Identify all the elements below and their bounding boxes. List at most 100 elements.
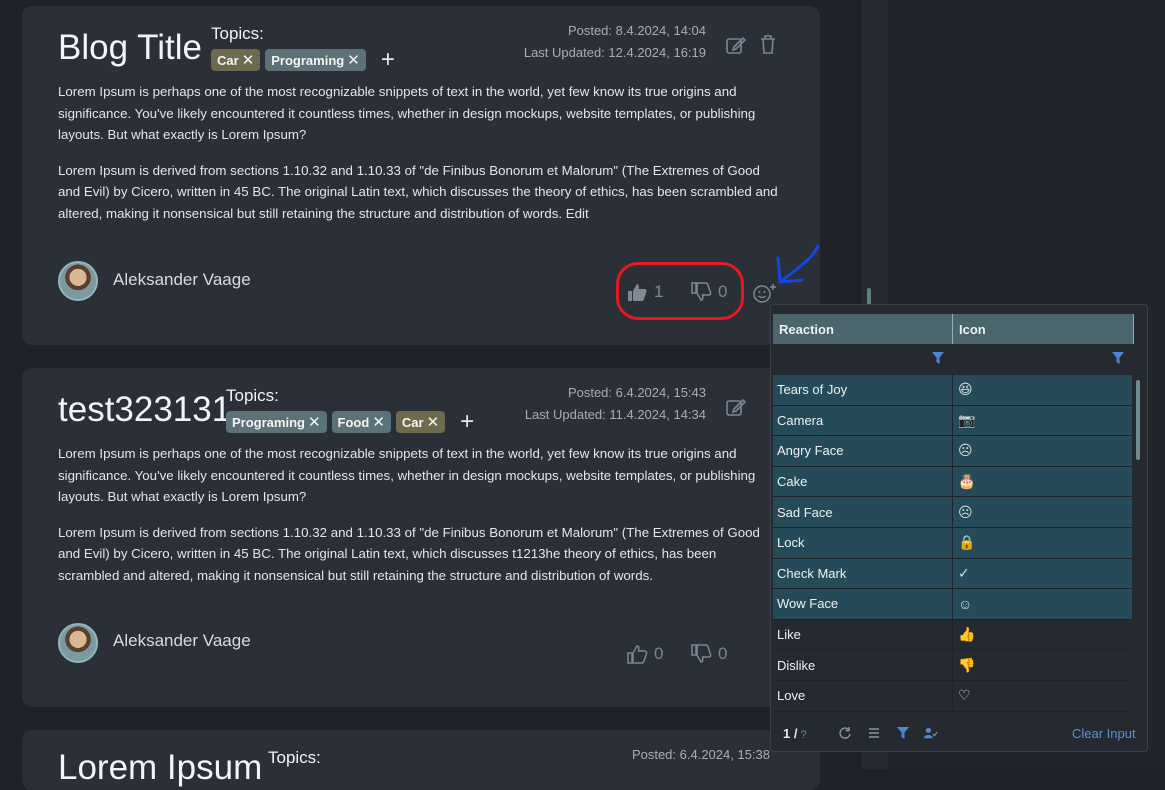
help-icon[interactable]: ? bbox=[800, 729, 806, 741]
grid-row[interactable]: Angry Face ☹ bbox=[773, 436, 1132, 467]
wow-face-icon: ☺ bbox=[958, 595, 973, 612]
edit-icon[interactable] bbox=[725, 34, 747, 56]
reaction-name: Camera bbox=[773, 405, 953, 436]
dislike-icon: 👎 bbox=[958, 656, 976, 673]
remove-tag-icon[interactable]: ✕ bbox=[308, 415, 321, 430]
post-dates: Posted: 6.4.2024, 15:43 Last Updated: 11… bbox=[525, 382, 706, 426]
page-indicator: 1 / bbox=[783, 725, 798, 741]
tears-of-joy-icon: 😆 bbox=[958, 381, 973, 398]
like-count: 0 bbox=[654, 644, 664, 663]
post-paragraph: Lorem Ipsum is derived from sections 1.1… bbox=[58, 162, 778, 221]
annotation-circle bbox=[616, 262, 744, 320]
posted-date: Posted: 6.4.2024, 15:38 bbox=[631, 747, 770, 762]
reaction-picker: Reaction Icon Tears of Joy 😆 Camera 📷 Angry … bbox=[770, 304, 1148, 752]
remove-tag-icon[interactable]: ✕ bbox=[242, 53, 255, 68]
grid-row[interactable]: Check Mark ✓ bbox=[773, 558, 1132, 590]
clear-input-button[interactable]: Clear Input bbox=[1072, 726, 1136, 741]
reaction-name: Lock bbox=[773, 527, 953, 558]
remove-tag-icon[interactable]: ✕ bbox=[347, 53, 360, 68]
column-header-icon[interactable]: Icon bbox=[953, 314, 1134, 344]
reaction-name: Cake bbox=[773, 466, 953, 497]
post-body: Lorem Ipsum is perhaps one of the most r… bbox=[58, 81, 778, 224]
topic-tag: Programing ✕ bbox=[226, 411, 327, 433]
reaction-name: Dislike bbox=[773, 650, 953, 680]
remove-tag-icon[interactable]: ✕ bbox=[372, 415, 385, 430]
column-header-reaction[interactable]: Reaction bbox=[773, 314, 953, 344]
reaction-name: Check Mark bbox=[773, 558, 953, 589]
heart-icon: ♡ bbox=[958, 687, 971, 704]
posted-date: Posted: 8.4.2024, 14:04 bbox=[567, 23, 706, 38]
post-paragraph: Lorem Ipsum is perhaps one of the most r… bbox=[58, 446, 756, 504]
avatar[interactable] bbox=[58, 261, 98, 301]
post-card: Lorem Ipsum Topics: Posted: 6.4.2024, 15… bbox=[22, 730, 820, 790]
dislike-button[interactable]: 0 bbox=[690, 644, 727, 664]
lock-icon: 🔒 bbox=[958, 534, 976, 551]
avatar[interactable] bbox=[58, 623, 98, 663]
topic-tag: Programing ✕ bbox=[265, 49, 366, 71]
post-paragraph: Lorem Ipsum is derived from sections 1.1… bbox=[58, 524, 760, 583]
dislike-count: 0 bbox=[718, 644, 728, 663]
sad-face-icon: ☹ bbox=[958, 503, 973, 520]
grid-row[interactable]: Wow Face ☺ bbox=[773, 589, 1132, 620]
grid-row[interactable]: Dislike 👎 bbox=[773, 650, 1132, 681]
topic-tag: Food ✕ bbox=[331, 411, 391, 433]
grid-row[interactable]: Cake 🎂 bbox=[773, 466, 1132, 498]
reaction-name: Angry Face bbox=[773, 436, 953, 466]
reaction-name: Sad Face bbox=[773, 497, 953, 527]
post-body: Lorem Ipsum is perhaps one of the most r… bbox=[58, 443, 778, 586]
grid-row[interactable]: Love ♡ bbox=[773, 680, 1132, 712]
edit-icon[interactable] bbox=[725, 396, 747, 418]
post-dates: Posted: 8.4.2024, 14:04 Last Updated: 12… bbox=[524, 20, 706, 64]
remove-tag-icon[interactable]: ✕ bbox=[427, 415, 440, 430]
post-title: test323131 bbox=[58, 390, 232, 429]
topic-tag: Car ✕ bbox=[211, 49, 261, 71]
thumbs-down-icon bbox=[691, 644, 712, 663]
reaction-name: Like bbox=[773, 619, 953, 650]
updated-date: Last Updated: 11.4.2024, 14:34 bbox=[524, 407, 706, 422]
grid-row[interactable]: Sad Face ☹ bbox=[773, 497, 1132, 528]
reaction-name: Love bbox=[773, 680, 953, 711]
grid-header: Reaction Icon bbox=[773, 314, 1134, 344]
add-topic-button[interactable]: + bbox=[460, 410, 474, 434]
refresh-icon[interactable] bbox=[838, 726, 852, 740]
thumbs-up-icon bbox=[627, 645, 648, 664]
user-check-icon[interactable] bbox=[924, 726, 938, 740]
posted-date: Posted: 6.4.2024, 15:43 bbox=[567, 385, 706, 400]
camera-icon: 📷 bbox=[958, 411, 976, 428]
topic-tags: Programing ✕ Food ✕ Car ✕ + bbox=[226, 410, 474, 434]
add-topic-button[interactable]: + bbox=[381, 48, 395, 72]
angry-face-icon: ☹ bbox=[958, 442, 973, 459]
post-paragraph: Lorem Ipsum is perhaps one of the most r… bbox=[58, 84, 756, 142]
reaction-rows: Tears of Joy 😆 Camera 📷 Angry Face ☹ Cake 🎂 Sad … bbox=[773, 375, 1132, 712]
reaction-name: Wow Face bbox=[773, 589, 953, 619]
grid-row[interactable]: Lock 🔒 bbox=[773, 527, 1132, 559]
grid-scrollbar[interactable] bbox=[1136, 380, 1140, 460]
filter-icon[interactable] bbox=[896, 726, 910, 740]
post-title: Lorem Ipsum bbox=[58, 748, 263, 787]
topics-label: Topics: bbox=[226, 386, 279, 405]
trash-icon[interactable] bbox=[757, 33, 779, 55]
topic-tag: Car ✕ bbox=[395, 411, 446, 433]
filter-row bbox=[773, 344, 1134, 374]
grid-footer: 1 /? Clear Input bbox=[771, 718, 1147, 748]
author-name[interactable]: Aleksander Vaage bbox=[113, 631, 251, 651]
grid-row[interactable]: Camera 📷 bbox=[773, 405, 1132, 437]
like-button[interactable]: 0 bbox=[626, 644, 663, 664]
filter-icon[interactable] bbox=[1112, 352, 1124, 364]
post-card: test323131 Topics: Programing ✕ Food ✕ Car… bbox=[22, 368, 820, 707]
topic-tags: Car ✕ Programing ✕ + bbox=[211, 48, 395, 72]
grid-row[interactable]: Tears of Joy 😆 bbox=[773, 375, 1132, 406]
cake-icon: 🎂 bbox=[958, 473, 976, 490]
filter-icon[interactable] bbox=[932, 352, 944, 364]
topics-label: Topics: bbox=[211, 24, 264, 43]
list-icon[interactable] bbox=[867, 726, 881, 740]
reaction-name: Tears of Joy bbox=[773, 375, 953, 405]
post-title: Blog Title bbox=[58, 28, 202, 67]
check-mark-icon: ✓ bbox=[958, 564, 970, 581]
author-name[interactable]: Aleksander Vaage bbox=[113, 270, 251, 290]
like-icon: 👍 bbox=[958, 626, 976, 643]
grid-row[interactable]: Like 👍 bbox=[773, 619, 1132, 651]
annotation-arrow bbox=[776, 244, 820, 284]
pager: 1 /? bbox=[783, 726, 807, 741]
updated-date: Last Updated: 12.4.2024, 16:19 bbox=[523, 45, 706, 60]
